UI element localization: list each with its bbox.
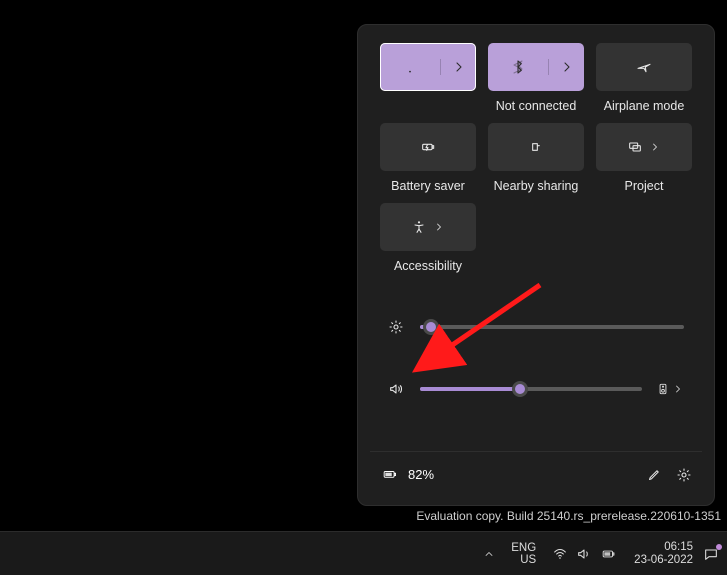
volume-icon — [388, 381, 406, 397]
clock-time: 06:15 — [634, 541, 693, 554]
sliders-section — [388, 313, 684, 409]
brightness-slider[interactable] — [420, 325, 684, 329]
tile-wrap-airplane: Airplane mode — [596, 43, 692, 117]
project-label: Project — [625, 179, 664, 197]
tile-wrap-project: Project — [596, 123, 692, 197]
chevron-right-icon — [451, 59, 467, 75]
airplane-mode-tile[interactable] — [596, 43, 692, 91]
accessibility-tile[interactable] — [380, 203, 476, 251]
wifi-expand-button[interactable] — [440, 59, 476, 75]
brightness-row — [388, 313, 684, 341]
chevron-right-icon — [433, 221, 445, 233]
battery-tray-icon — [600, 547, 618, 561]
bluetooth-expand-button[interactable] — [548, 59, 584, 75]
tile-wrap-bluetooth: Not connected — [488, 43, 584, 117]
project-icon — [627, 139, 643, 155]
panel-footer: 82% — [370, 451, 702, 497]
accessibility-icon — [411, 219, 427, 235]
airplane-label: Airplane mode — [604, 99, 685, 117]
battery-icon — [380, 468, 400, 482]
build-watermark: Evaluation copy. Build 25140.rs_prerelea… — [416, 509, 721, 523]
nearby-sharing-tile[interactable] — [488, 123, 584, 171]
tiles-grid: Not connected Airplane mode Battery save… — [370, 43, 702, 277]
quick-settings-panel: Not connected Airplane mode Battery save… — [357, 24, 715, 506]
tile-wrap-battery-saver: Battery saver — [380, 123, 476, 197]
tile-wrap-accessibility: Accessibility — [380, 203, 476, 277]
nearby-sharing-icon — [528, 139, 544, 155]
chevron-right-icon — [672, 383, 684, 395]
tray-overflow-button[interactable] — [477, 542, 501, 566]
audio-output-button[interactable] — [656, 382, 684, 396]
wifi-icon — [402, 59, 418, 75]
system-tray[interactable] — [546, 542, 624, 566]
volume-slider[interactable] — [420, 387, 642, 391]
chevron-right-icon — [559, 59, 575, 75]
battery-saver-icon — [420, 139, 436, 155]
notification-badge — [716, 544, 722, 550]
lang-line1: ENG — [511, 542, 536, 554]
settings-button[interactable] — [676, 467, 692, 483]
bluetooth-toggle[interactable] — [488, 59, 548, 75]
bluetooth-icon — [510, 59, 526, 75]
accessibility-label: Accessibility — [394, 259, 462, 277]
battery-saver-tile[interactable] — [380, 123, 476, 171]
battery-saver-label: Battery saver — [391, 179, 465, 197]
notifications-button[interactable] — [703, 546, 719, 562]
clock-date: 23-06-2022 — [634, 554, 693, 567]
wifi-toggle[interactable] — [380, 59, 440, 75]
airplane-icon — [636, 59, 652, 75]
brightness-thumb[interactable] — [423, 319, 439, 335]
tile-wrap-nearby: Nearby sharing — [488, 123, 584, 197]
taskbar: ENG US 06:15 23-06-2022 — [0, 531, 727, 575]
edit-quick-settings-button[interactable] — [647, 467, 662, 482]
bluetooth-tile[interactable] — [488, 43, 584, 91]
audio-device-icon — [656, 382, 670, 396]
wifi-tray-icon — [552, 546, 568, 562]
volume-tray-icon — [576, 546, 592, 562]
wifi-tile[interactable] — [380, 43, 476, 91]
lang-line2: US — [511, 554, 536, 566]
brightness-icon — [388, 319, 406, 335]
tile-wrap-wifi — [380, 43, 476, 117]
nearby-label: Nearby sharing — [494, 179, 579, 197]
clock[interactable]: 06:15 23-06-2022 — [634, 541, 693, 567]
language-switcher[interactable]: ENG US — [511, 542, 536, 566]
project-tile[interactable] — [596, 123, 692, 171]
volume-thumb[interactable] — [512, 381, 528, 397]
chevron-right-icon — [649, 141, 661, 153]
battery-status[interactable]: 82% — [380, 467, 434, 482]
volume-row — [388, 375, 684, 403]
bluetooth-label: Not connected — [496, 99, 577, 117]
battery-percent: 82% — [408, 467, 434, 482]
